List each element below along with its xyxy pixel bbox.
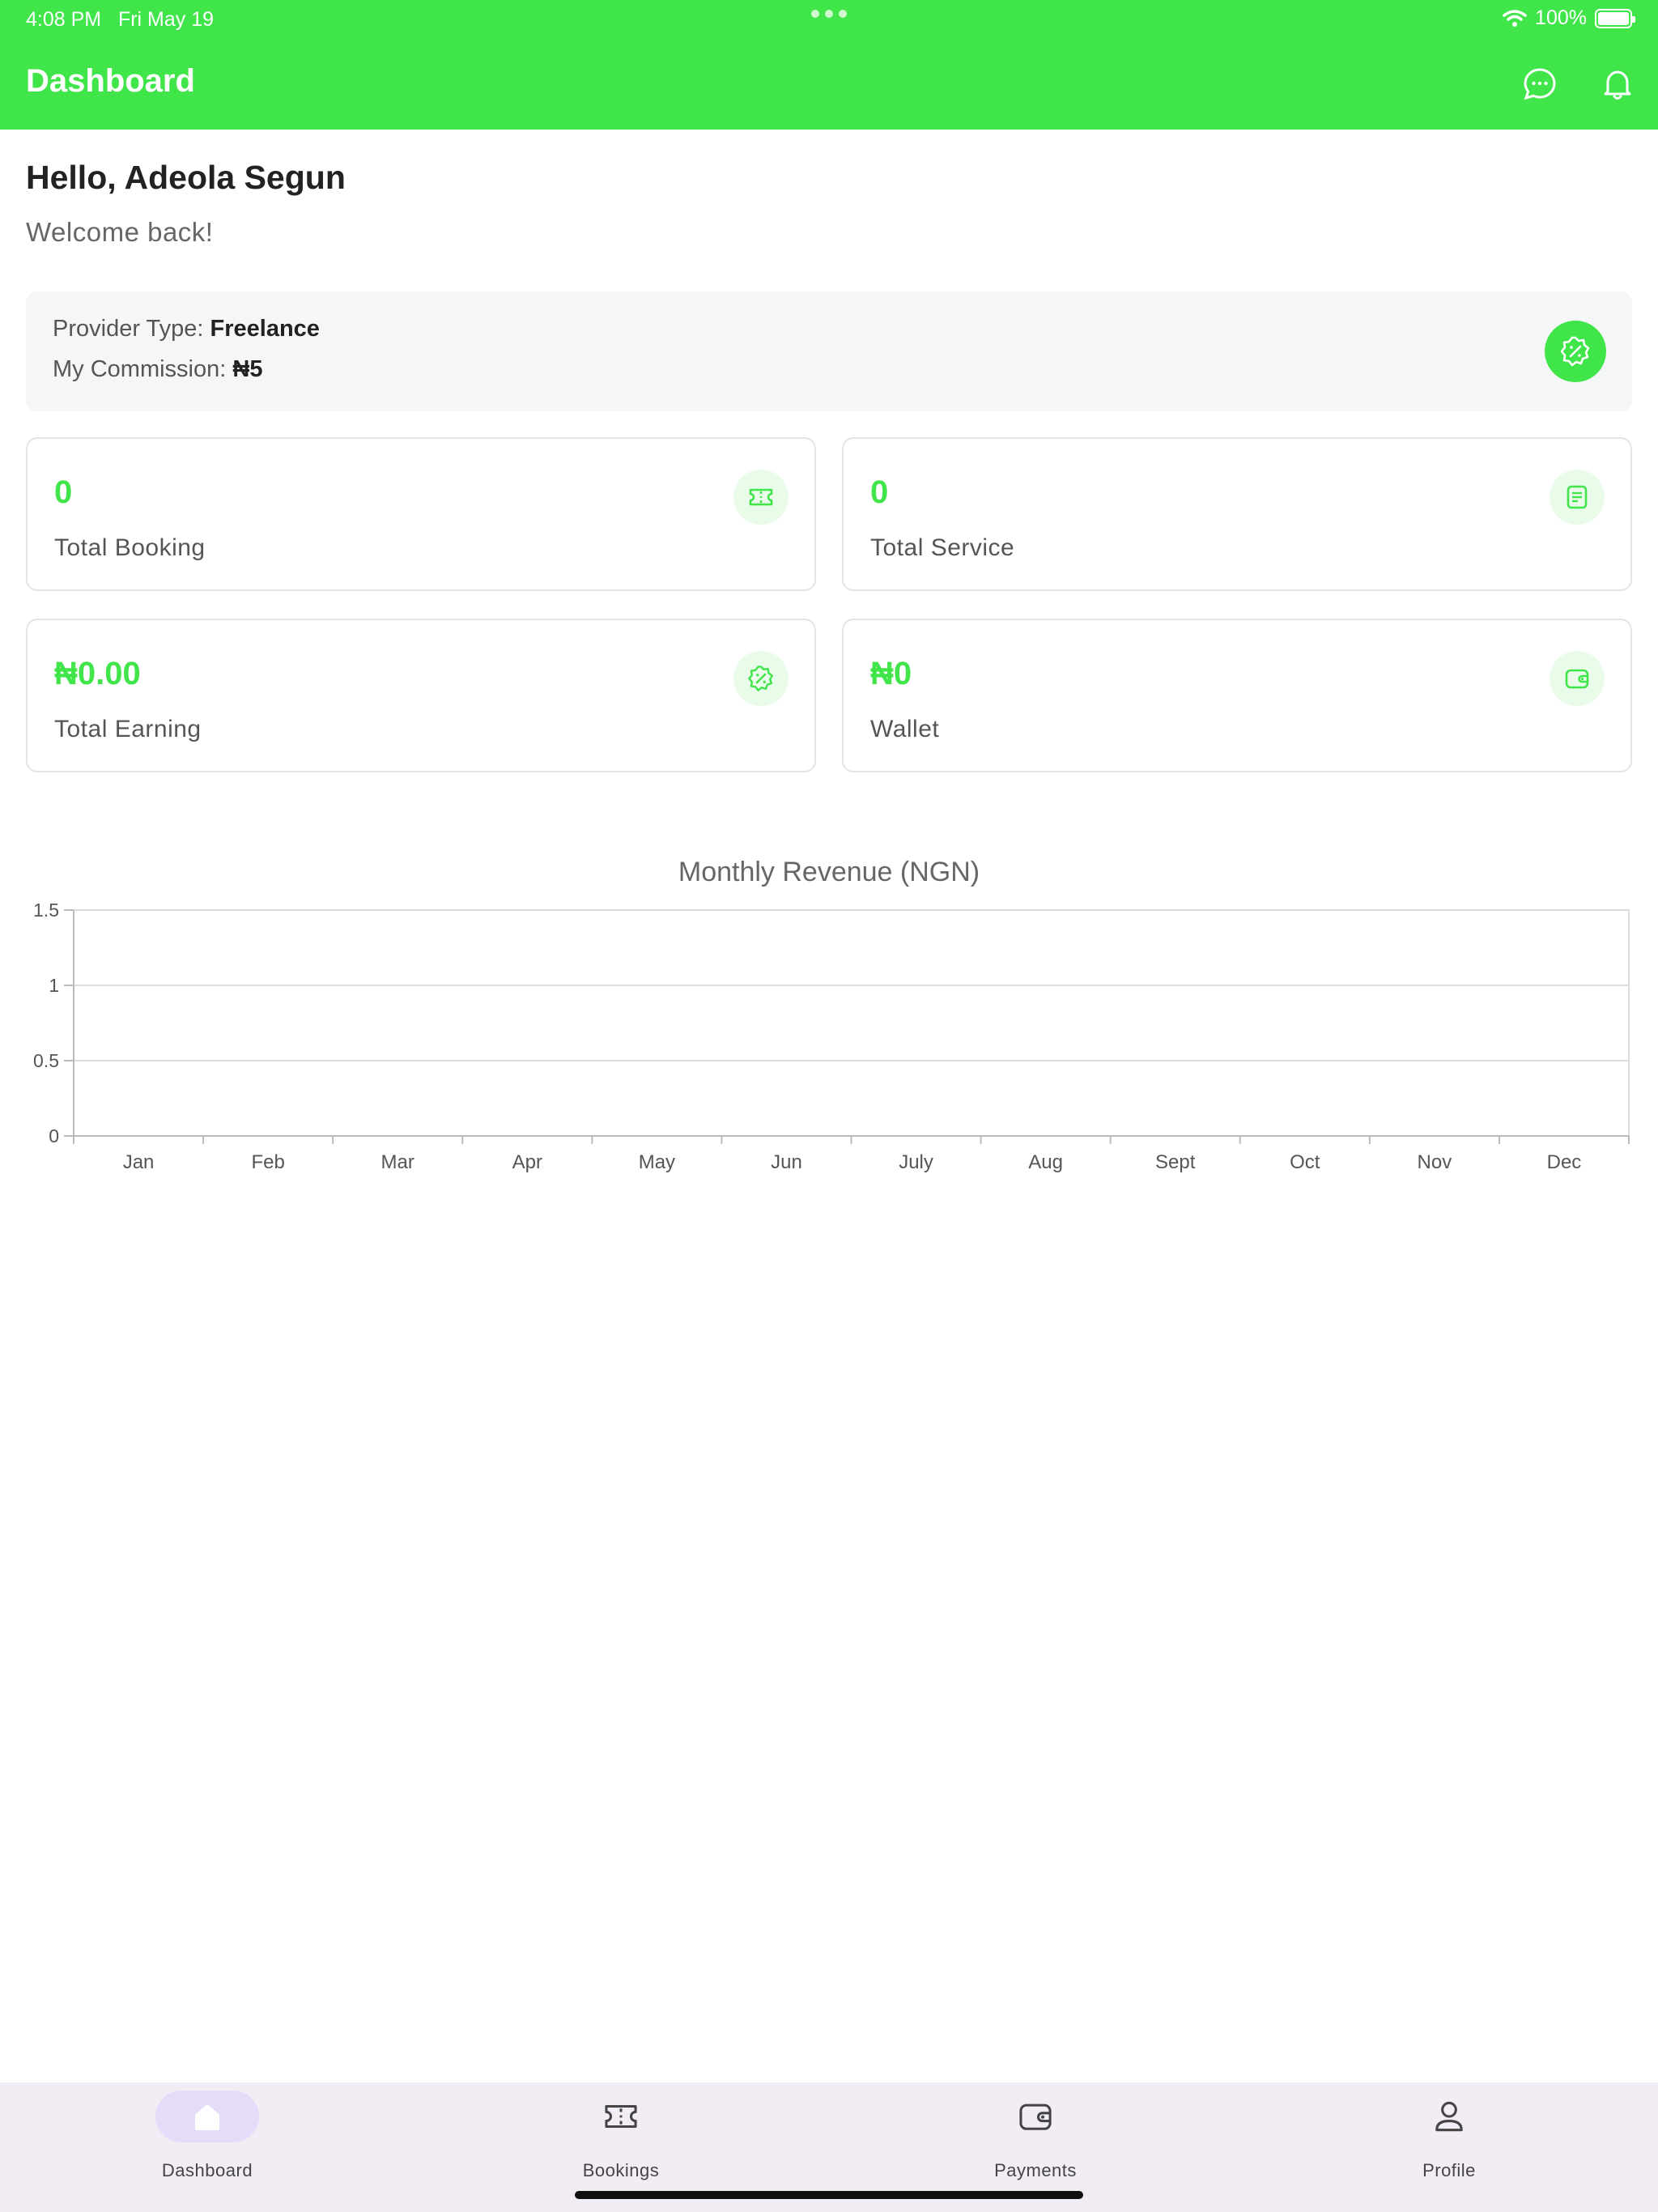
nav-bookings[interactable]: Bookings: [516, 2082, 726, 2188]
nav-payments[interactable]: Payments: [930, 2082, 1141, 2188]
nav-label: Dashboard: [161, 2160, 253, 2180]
stat-value: ₦0: [870, 656, 912, 691]
document-list-icon: [1550, 470, 1605, 525]
nav-label: Payments: [994, 2160, 1077, 2180]
stat-label: Total Service: [870, 534, 1015, 561]
user-icon: [1435, 2101, 1463, 2132]
stat-card-wallet[interactable]: ₦0 Wallet: [842, 619, 1632, 772]
x-tick-label: Feb: [251, 1151, 284, 1173]
x-tick-label: Jun: [771, 1151, 802, 1173]
nav-dashboard[interactable]: Dashboard: [102, 2082, 312, 2188]
commission-label: My Commission:: [53, 356, 227, 382]
nav-label: Bookings: [582, 2160, 660, 2180]
y-tick-label: 0.5: [33, 1050, 59, 1071]
commission: My Commission: ₦5: [53, 356, 262, 383]
ticket-icon: [733, 470, 789, 525]
discount-badge-icon: [1545, 321, 1606, 382]
stat-value: 0: [870, 474, 889, 510]
provider-type-value: Freelance: [210, 316, 320, 342]
x-tick-label: Sept: [1155, 1151, 1196, 1173]
status-clock: 4:08 PM: [26, 8, 102, 31]
wallet-icon: [1019, 2104, 1052, 2130]
stat-card-total-service[interactable]: 0 Total Service: [842, 437, 1632, 591]
x-tick-label: Apr: [512, 1151, 542, 1173]
bell-icon[interactable]: [1600, 66, 1635, 102]
x-tick-label: Aug: [1028, 1151, 1063, 1173]
x-tick-label: Mar: [381, 1151, 414, 1173]
wallet-icon: [1550, 651, 1605, 706]
stat-label: Total Earning: [54, 716, 202, 742]
chat-icon[interactable]: [1522, 66, 1558, 102]
ticket-icon: [605, 2104, 637, 2129]
provider-info-card: Provider Type: Freelance My Commission: …: [26, 291, 1632, 411]
status-bar: 4:08 PM Fri May 19 100%: [0, 0, 1658, 39]
commission-value: ₦5: [232, 356, 263, 382]
x-tick-label: July: [899, 1151, 933, 1173]
y-tick-label: 0: [49, 1125, 59, 1146]
monthly-revenue-chart: 0 0.5 1 1.5 Jan Feb Mar Apr May Jun July Aug Sept Oct…: [33, 900, 1630, 1173]
x-tick-label: Nov: [1418, 1151, 1452, 1173]
home-indicator[interactable]: [575, 2191, 1083, 2199]
wifi-icon: [1503, 9, 1527, 27]
battery-icon: [1595, 8, 1635, 28]
nav-icon-holder: [1397, 2091, 1501, 2142]
stat-card-total-booking[interactable]: 0 Total Booking: [26, 437, 816, 591]
stat-label: Wallet: [870, 716, 940, 742]
x-tick-label: Dec: [1547, 1151, 1582, 1173]
stat-value: 0: [54, 474, 73, 510]
stat-label: Total Booking: [54, 534, 206, 561]
battery-percent: 100%: [1535, 6, 1587, 29]
status-time: 4:08 PM Fri May 19: [26, 8, 214, 32]
x-tick-label: Oct: [1290, 1151, 1320, 1173]
x-tick-label: Jan: [123, 1151, 155, 1173]
nav-icon-holder: [984, 2091, 1087, 2142]
greeting-subtitle: Welcome back!: [26, 217, 214, 247]
home-icon: [195, 2104, 219, 2130]
y-tick-label: 1.5: [33, 900, 59, 921]
discount-badge-icon: [733, 651, 789, 706]
greeting-title: Hello, Adeola Segun: [26, 159, 346, 196]
app-header: 4:08 PM Fri May 19 100% Dashboard: [0, 0, 1658, 130]
multitask-dots-icon[interactable]: [811, 10, 847, 18]
nav-icon-holder: [569, 2091, 673, 2142]
nav-active-indicator: [155, 2091, 259, 2142]
stat-card-total-earning[interactable]: ₦0.00 Total Earning: [26, 619, 816, 772]
nav-profile[interactable]: Profile: [1344, 2082, 1554, 2188]
provider-type: Provider Type: Freelance: [53, 316, 320, 342]
x-tick-label: May: [639, 1151, 675, 1173]
provider-type-label: Provider Type:: [53, 316, 204, 342]
page-title: Dashboard: [26, 63, 195, 99]
y-tick-label: 1: [49, 975, 59, 996]
stat-value: ₦0.00: [54, 656, 141, 691]
status-right: 100%: [1503, 6, 1635, 30]
status-date: Fri May 19: [117, 8, 215, 31]
nav-label: Profile: [1422, 2160, 1476, 2180]
chart-title: Monthly Revenue (NGN): [678, 857, 980, 887]
